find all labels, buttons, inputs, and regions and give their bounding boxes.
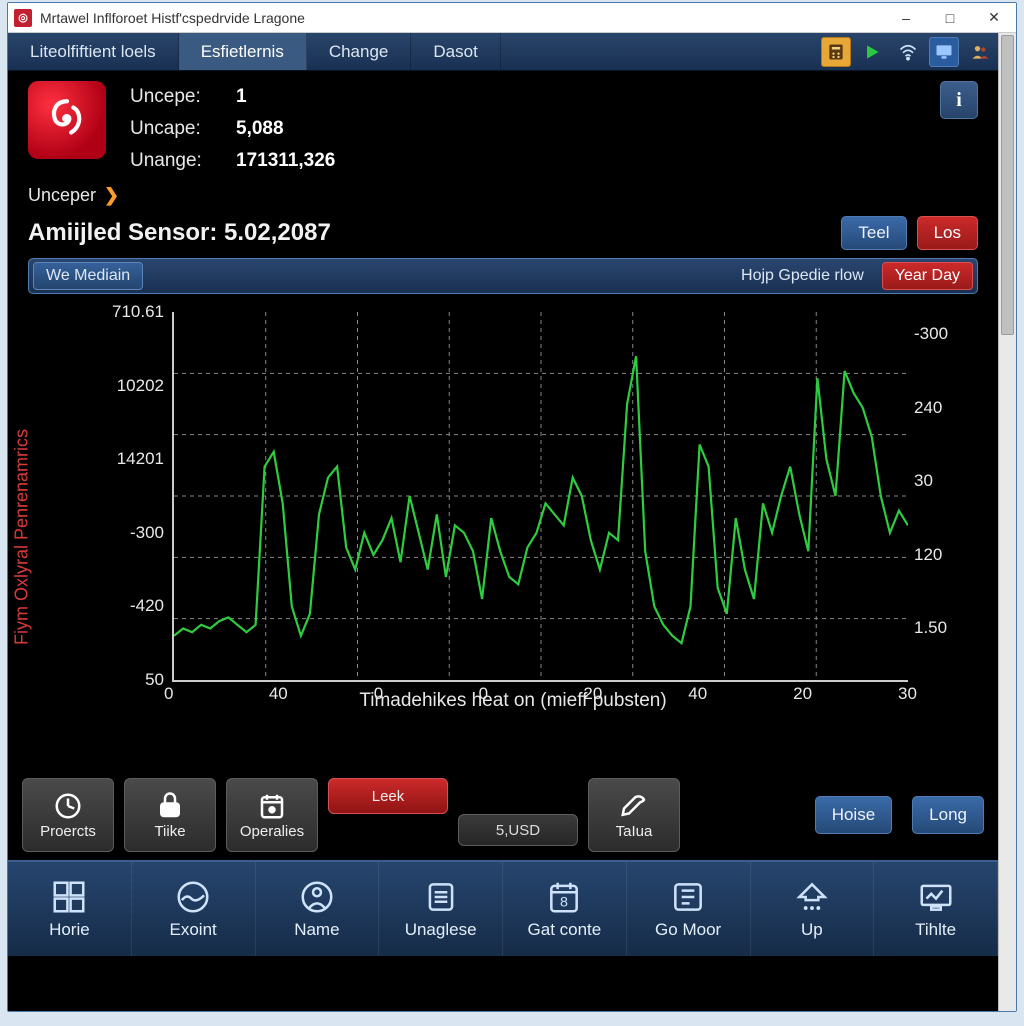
breadcrumb-label: Unceper bbox=[28, 185, 96, 206]
chart-xlabel: Timadehikes heat on (mieff pubsten) bbox=[118, 690, 908, 712]
ytick-right: 240 bbox=[914, 398, 942, 418]
xtick: 40 bbox=[688, 684, 707, 704]
xtick: 0 bbox=[374, 684, 383, 704]
app-logo bbox=[28, 81, 106, 159]
nav-exoint[interactable]: Exoint bbox=[132, 862, 256, 956]
ytick-right: 120 bbox=[914, 545, 942, 565]
nav-up[interactable]: Up bbox=[751, 862, 875, 956]
range-bar: We Mediain Hojp Gpedie rlow Year Day bbox=[28, 258, 978, 294]
hoise-button[interactable]: Hoise bbox=[815, 796, 892, 834]
toolbar-wifi-icon[interactable] bbox=[893, 37, 923, 67]
range-right2[interactable]: Year Day bbox=[882, 262, 973, 290]
tool-taiua[interactable]: TaIua bbox=[588, 778, 680, 852]
xtick: 40 bbox=[269, 684, 288, 704]
xtick: 0 bbox=[479, 684, 488, 704]
app-icon: ◎ bbox=[14, 9, 32, 27]
value-display: 5,USD bbox=[458, 814, 578, 846]
ytick-right: 1.50 bbox=[914, 618, 947, 638]
toolbar-calc-icon[interactable] bbox=[821, 37, 851, 67]
info-button[interactable]: i bbox=[940, 81, 978, 119]
ytick-right: -300 bbox=[914, 324, 948, 344]
header-stats: Uncepe: 1 Uncape: 5,088 Unange: 171311,326 bbox=[130, 81, 335, 177]
svg-text:8: 8 bbox=[560, 895, 568, 911]
long-button[interactable]: Long bbox=[912, 796, 984, 834]
minimize-button[interactable]: – bbox=[884, 3, 928, 33]
nav-tihlte[interactable]: Tihlte bbox=[874, 862, 998, 956]
window-title: Mrtawel Inflforoet Histf'cspedrvide Lrag… bbox=[40, 10, 305, 26]
app-window: ◎ Mrtawel Inflforoet Histf'cspedrvide Lr… bbox=[7, 2, 1017, 1012]
menubar: Liteolfiftient loels Esfietlernis Change… bbox=[8, 33, 998, 71]
chart: Fiym Oxlyral Penrenamrics Timadehikes he… bbox=[28, 302, 978, 772]
xtick: 0 bbox=[164, 684, 173, 704]
menu-tab-2[interactable]: Change bbox=[307, 33, 412, 70]
breadcrumb[interactable]: Unceper ❯ bbox=[8, 181, 998, 214]
menu-tab-3[interactable]: Dasot bbox=[411, 33, 500, 70]
close-button[interactable]: ✕ bbox=[972, 3, 1016, 33]
scrollbar-thumb[interactable] bbox=[1001, 35, 1014, 335]
ytick-left: 50 bbox=[145, 670, 164, 690]
nav-gatconte[interactable]: 8Gat conte bbox=[503, 862, 627, 956]
page-title: Amiijled Sensor: 5.02,2087 bbox=[28, 219, 331, 247]
xtick: 30 bbox=[898, 684, 917, 704]
stat-key-0: Uncepe: bbox=[130, 81, 230, 113]
vertical-scrollbar[interactable] bbox=[998, 33, 1016, 1011]
xtick: 20 bbox=[583, 684, 602, 704]
toolbar: Proercts Tiike Operalies Leek 5,USD bbox=[22, 778, 984, 852]
chevron-right-icon: ❯ bbox=[104, 185, 119, 206]
bottom-nav: Horie Exoint Name Unaglese 8Gat conte Go… bbox=[8, 860, 998, 956]
stat-key-1: Uncape: bbox=[130, 113, 230, 145]
menu-tab-0[interactable]: Liteolfiftient loels bbox=[8, 33, 179, 70]
stat-key-2: Unange: bbox=[130, 145, 230, 177]
ytick-left: 10202 bbox=[117, 376, 164, 396]
maximize-button[interactable]: □ bbox=[928, 3, 972, 33]
ytick-left: 14201 bbox=[117, 449, 164, 469]
content: Liteolfiftient loels Esfietlernis Change… bbox=[8, 33, 998, 1011]
leek-button[interactable]: Leek bbox=[328, 778, 448, 814]
ytick-right: 30 bbox=[914, 471, 933, 491]
toolbar-users-icon[interactable] bbox=[965, 37, 995, 67]
toolbar-monitor-icon[interactable] bbox=[929, 37, 959, 67]
xtick: 20 bbox=[793, 684, 812, 704]
nav-gomoor[interactable]: Go Moor bbox=[627, 862, 751, 956]
menu-tab-1[interactable]: Esfietlernis bbox=[179, 33, 307, 70]
stat-val-1: 5,088 bbox=[236, 118, 284, 139]
ytick-left: -300 bbox=[130, 523, 164, 543]
teel-button[interactable]: Teel bbox=[841, 216, 906, 250]
range-left[interactable]: We Mediain bbox=[33, 262, 143, 290]
chart-ylabel: Fiym Oxlyral Penrenamrics bbox=[12, 429, 33, 645]
nav-horie[interactable]: Horie bbox=[8, 862, 132, 956]
titlebar: ◎ Mrtawel Inflforoet Histf'cspedrvide Lr… bbox=[8, 3, 1016, 33]
ytick-left: 710.61 bbox=[112, 302, 164, 322]
nav-unaglese[interactable]: Unaglese bbox=[379, 862, 503, 956]
ytick-left: -420 bbox=[130, 596, 164, 616]
toolbar-play-icon[interactable] bbox=[857, 37, 887, 67]
tool-tiike[interactable]: Tiike bbox=[124, 778, 216, 852]
tool-proercts[interactable]: Proercts bbox=[22, 778, 114, 852]
tool-operalies[interactable]: Operalies bbox=[226, 778, 318, 852]
range-right1[interactable]: Hojp Gpedie rlow bbox=[729, 262, 876, 290]
los-button[interactable]: Los bbox=[917, 216, 978, 250]
stat-val-2: 171311,326 bbox=[236, 150, 335, 171]
nav-name[interactable]: Name bbox=[256, 862, 380, 956]
stat-val-0: 1 bbox=[236, 86, 247, 107]
header: Uncepe:1 Uncape:5,088 Unange:171311,326 … bbox=[8, 71, 998, 181]
